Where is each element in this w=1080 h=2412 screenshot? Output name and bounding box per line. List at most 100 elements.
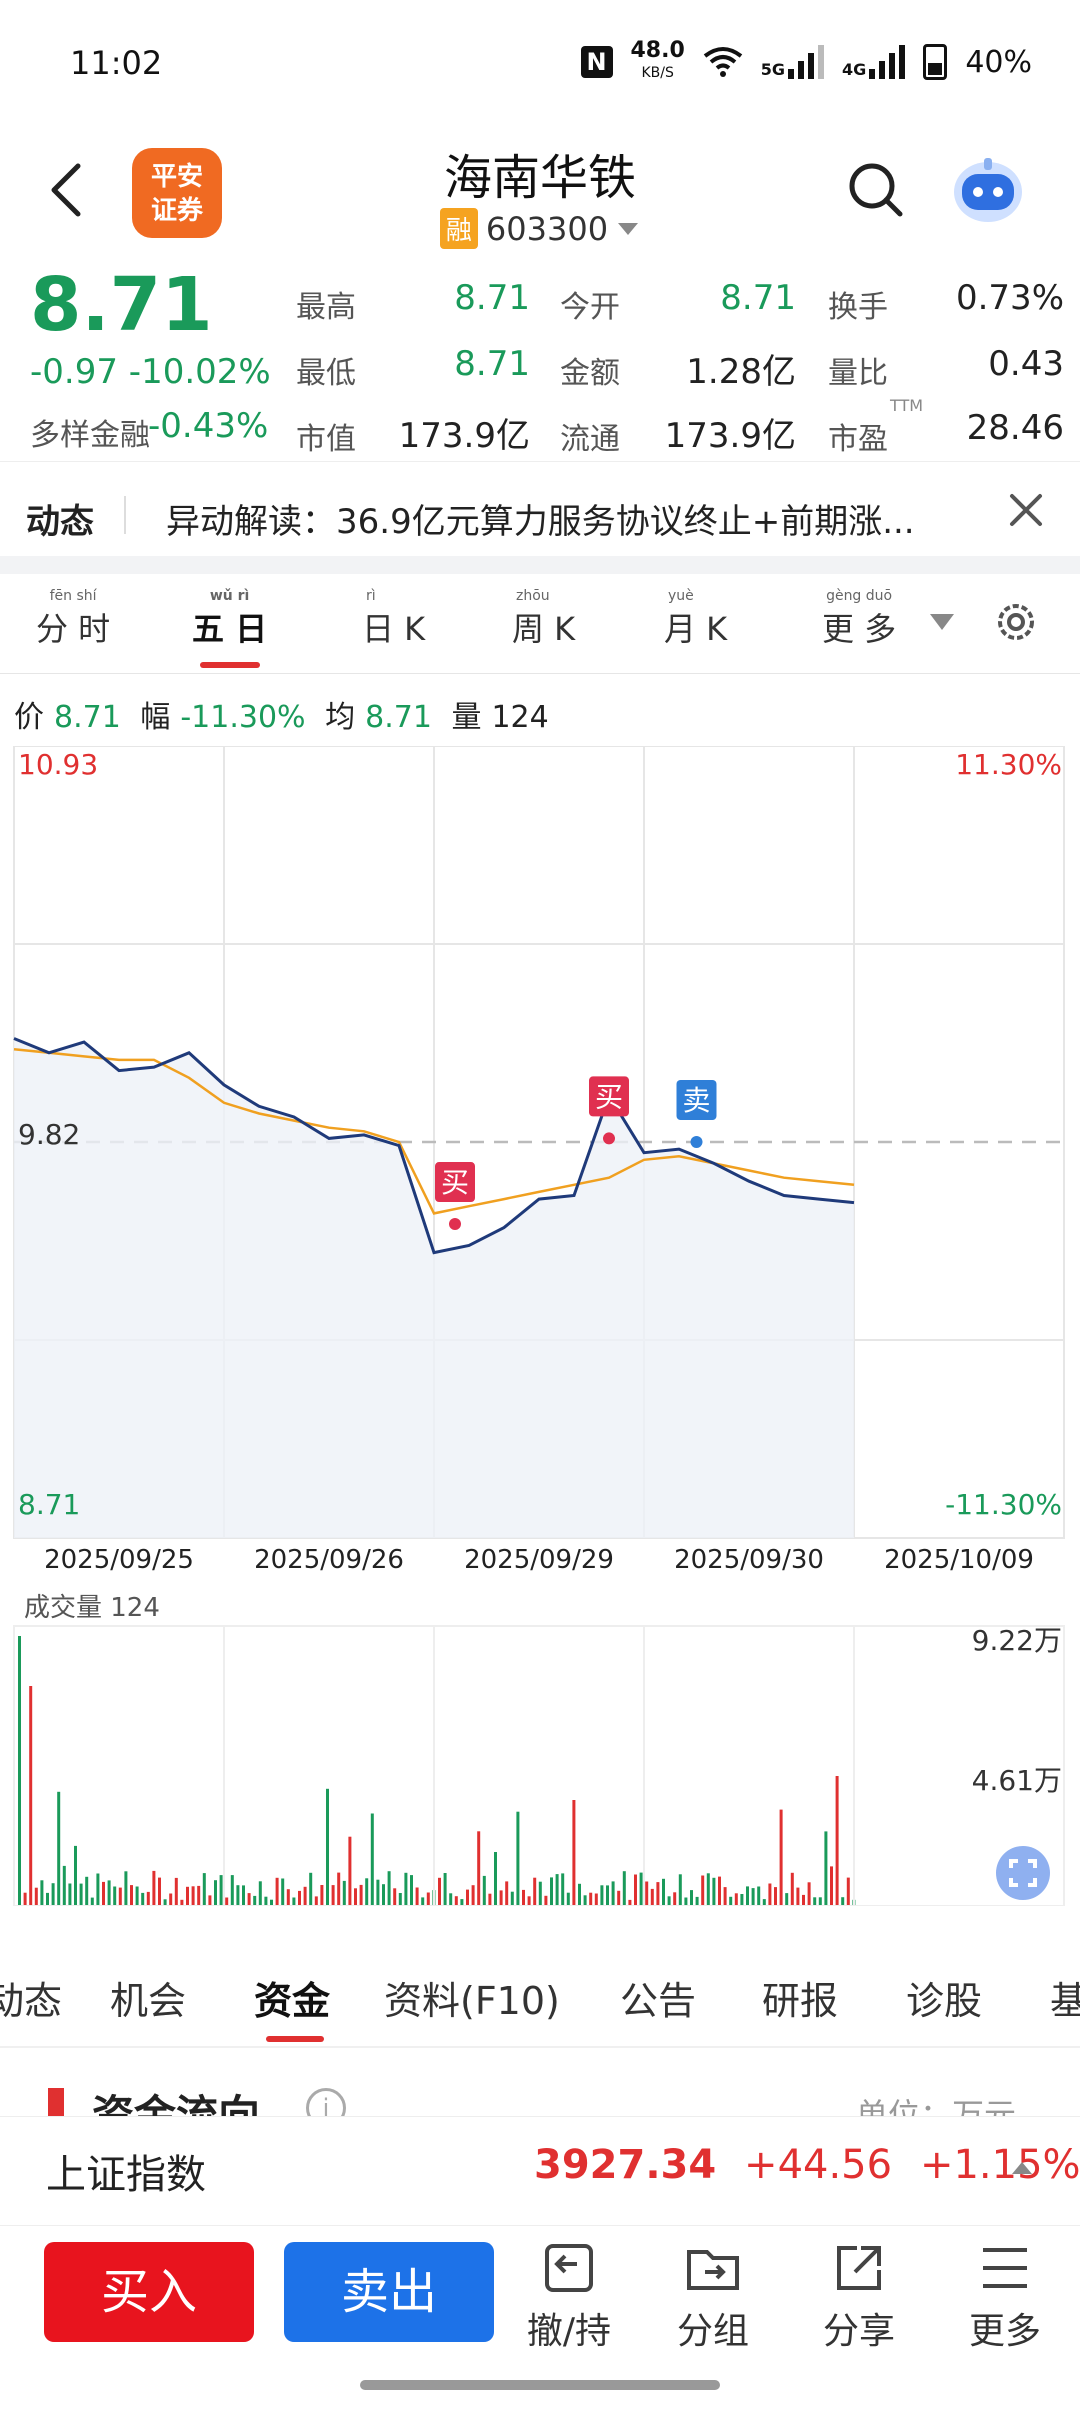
tab-diagnosis[interactable]: 诊股 [906, 1970, 982, 2025]
share-icon [837, 2246, 881, 2290]
tab-five-day[interactable]: wǔ rì 五 日 [192, 588, 267, 650]
tab-day-k[interactable]: rì 日 K [362, 588, 425, 650]
volume-bar [600, 1885, 604, 1906]
volume-bar [348, 1836, 352, 1906]
volume-bar [247, 1893, 251, 1906]
volume-bar [550, 1877, 553, 1906]
more-button[interactable]: 更多 [950, 2242, 1060, 2354]
tab-f10[interactable]: 资料(F10) [384, 1970, 560, 2025]
crosshair-info: 价 8.71 幅 -11.30% 均 8.71 量 124 [14, 700, 549, 735]
volume-bar [466, 1889, 469, 1906]
volume-bar [286, 1889, 290, 1906]
volume-bar [796, 1887, 800, 1906]
quote-label-pe: 市盈 [828, 422, 888, 457]
group-button[interactable]: 分组 [658, 2242, 768, 2354]
volume-bar [830, 1866, 833, 1906]
volume-bar [141, 1892, 145, 1906]
y-max-label: 10.93 [18, 748, 98, 781]
battery-icon [923, 44, 948, 80]
volume-bar [275, 1877, 279, 1906]
volume-bar [23, 1892, 27, 1906]
tab-fund-more[interactable]: 基 [1050, 1970, 1080, 2025]
buy-button[interactable]: 买入 [44, 2242, 254, 2342]
volume-bar [622, 1871, 626, 1906]
gear-icon[interactable] [992, 598, 1040, 646]
volume-bar [46, 1892, 49, 1906]
y-mid-label: 9.82 [18, 1118, 80, 1151]
volume-bar [174, 1877, 178, 1906]
volume-bar [790, 1872, 794, 1906]
quote-label-float: 流通 [560, 422, 620, 457]
volume-bar [34, 1887, 38, 1906]
signal-5g-icon: 5G [761, 45, 825, 79]
stock-code-selector[interactable]: 融 603300 [0, 208, 1080, 249]
volume-bar [729, 1896, 733, 1906]
tab-more[interactable]: gèng duō 更 多 [822, 588, 896, 650]
volume-bar [494, 1852, 497, 1906]
quote-value-open: 8.71 [720, 278, 796, 318]
volume-bar [387, 1871, 391, 1906]
news-headline[interactable]: 异动解读：36.9亿元算力服务协议终止+前期涨... [166, 494, 1006, 543]
last-price: 8.71 [30, 262, 213, 348]
ttm-label: TTM [890, 396, 924, 415]
tab-announcements[interactable]: 公告 [620, 1970, 696, 2025]
search-icon[interactable] [846, 160, 906, 220]
buy-marker-label: 买 [441, 1166, 469, 1199]
volume-bar [398, 1893, 402, 1906]
battery-level: 40% [965, 44, 1032, 80]
volume-bar [690, 1890, 693, 1906]
buy-marker-dot [449, 1218, 461, 1231]
volume-bar [298, 1890, 301, 1906]
volume-bar [158, 1877, 161, 1906]
volume-bar [454, 1896, 458, 1906]
volume-bar [818, 1897, 822, 1906]
volume-bar [426, 1892, 430, 1906]
share-button[interactable]: 分享 [804, 2242, 914, 2354]
volume-bar [824, 1831, 828, 1906]
more-dropdown-icon[interactable] [928, 612, 956, 632]
quote-value-high: 8.71 [454, 278, 530, 318]
cancel-hold-button[interactable]: 撤/持 [514, 2242, 624, 2354]
volume-bar [90, 1897, 94, 1906]
volume-bar [376, 1879, 380, 1906]
volume-bar [314, 1896, 318, 1906]
volume-bar [410, 1875, 413, 1906]
tab-research[interactable]: 研报 [762, 1970, 838, 2025]
volume-bar [757, 1886, 761, 1906]
active-tab-indicator [200, 662, 260, 668]
tab-week-k[interactable]: zhōu 周 K [512, 588, 575, 650]
volume-bar [449, 1893, 453, 1906]
volume-bar [583, 1895, 587, 1906]
sector-label[interactable]: 多样金融 [30, 410, 150, 454]
signal-4g-icon: 4G [842, 45, 906, 79]
tab-intraday[interactable]: fēn shí 分 时 [36, 588, 110, 650]
sector-change: -0.43% [148, 406, 269, 446]
close-icon[interactable] [1006, 490, 1046, 530]
tab-opportunity[interactable]: 机会 [110, 1970, 186, 2025]
tab-month-k[interactable]: yuè 月 K [664, 588, 727, 650]
ai-assistant-robot-icon[interactable] [950, 152, 1026, 228]
volume-bar [460, 1899, 464, 1906]
status-icons: N 48.0 KB/S 5G 4G 40% [580, 38, 1032, 86]
index-name: 上证指数 [46, 2152, 206, 2198]
news-tag: 动态 [26, 502, 94, 542]
volume-bar [762, 1899, 766, 1906]
volume-bar [516, 1811, 520, 1906]
divider [0, 2046, 1080, 2048]
fullscreen-button[interactable] [996, 1846, 1050, 1900]
tab-dynamics[interactable]: 动态 [0, 1970, 62, 2025]
five-day-chart[interactable]: 买买卖 10.93 9.82 8.71 11.30% -11.30% 2025/… [0, 746, 1080, 1906]
volume-bar [695, 1896, 699, 1906]
volume-bar [443, 1873, 447, 1906]
volume-bar [723, 1887, 727, 1906]
menu-icon [983, 2248, 1027, 2288]
chevron-up-icon[interactable] [1010, 2158, 1034, 2176]
tab-funds[interactable]: 资金 [254, 1970, 330, 2025]
sell-button[interactable]: 卖出 [284, 2242, 494, 2342]
price-change: -0.97 -10.02% [30, 352, 271, 392]
volume-bar [841, 1897, 845, 1906]
volume-bar [186, 1886, 189, 1906]
volume-bar [102, 1881, 105, 1906]
quote-label-volratio: 量比 [828, 356, 888, 391]
quote-label-low: 最低 [296, 356, 356, 391]
